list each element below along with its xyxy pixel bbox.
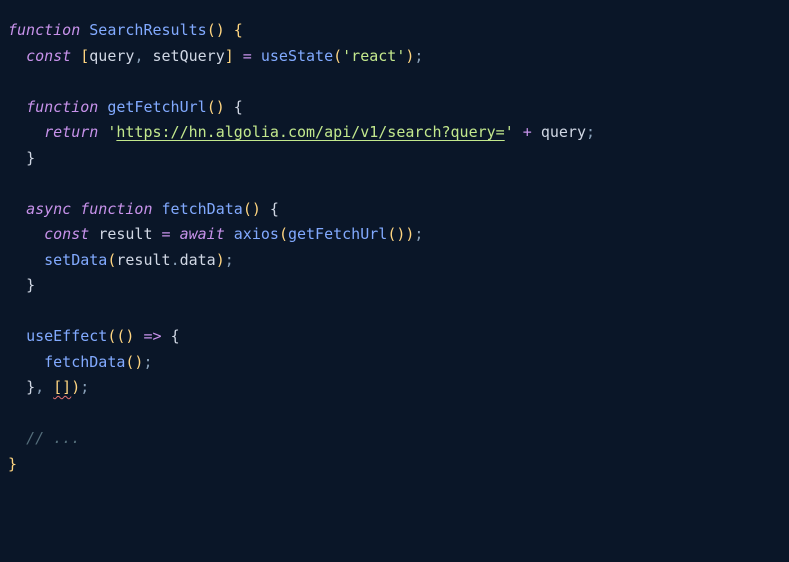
code-line-16: [8, 401, 789, 427]
code-line-1: function SearchResults() {: [8, 18, 789, 44]
code-line-13: useEffect(() => {: [8, 324, 789, 350]
lint-warning-icon: []: [53, 378, 71, 396]
code-block: function SearchResults() { const [query,…: [8, 18, 789, 477]
code-line-3: [8, 69, 789, 95]
code-line-14: fetchData();: [8, 350, 789, 376]
code-line-18: }: [8, 452, 789, 478]
code-line-15: }, []);: [8, 375, 789, 401]
code-line-7: [8, 171, 789, 197]
code-line-9: const result = await axios(getFetchUrl()…: [8, 222, 789, 248]
code-line-8: async function fetchData() {: [8, 197, 789, 223]
code-line-11: }: [8, 273, 789, 299]
code-line-17: // ...: [8, 426, 789, 452]
code-line-4: function getFetchUrl() {: [8, 95, 789, 121]
code-line-10: setData(result.data);: [8, 248, 789, 274]
code-line-12: [8, 299, 789, 325]
code-line-6: }: [8, 146, 789, 172]
code-line-5: return 'https://hn.algolia.com/api/v1/se…: [8, 120, 789, 146]
code-line-2: const [query, setQuery] = useState('reac…: [8, 44, 789, 70]
